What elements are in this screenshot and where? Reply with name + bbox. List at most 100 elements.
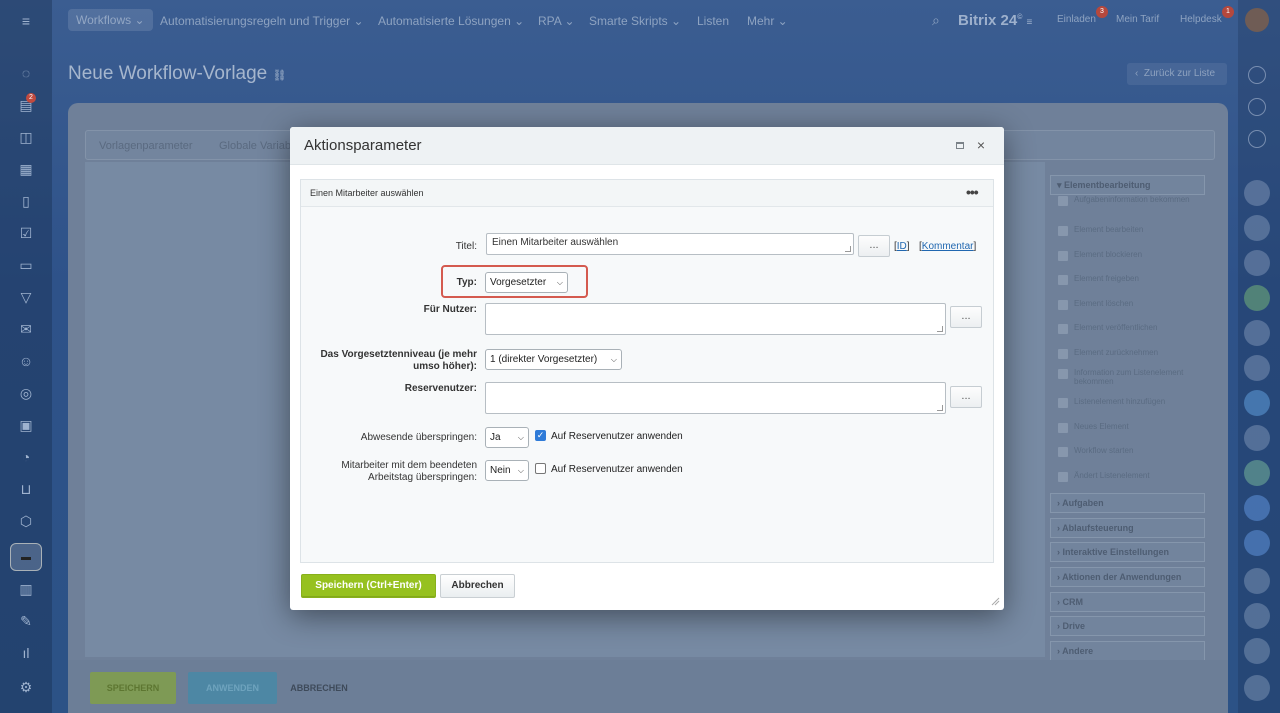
maximize-icon[interactable] — [956, 142, 964, 149]
settings-icon[interactable]: ⚙ — [17, 678, 35, 696]
analytics-icon[interactable]: ◔ — [17, 448, 35, 466]
nav-smart-scripts[interactable]: Smarte Skripts ⌄ — [589, 14, 681, 28]
search-people-icon[interactable] — [1248, 130, 1266, 148]
nav-rpa[interactable]: RPA ⌄ — [538, 14, 575, 28]
contact-avatar[interactable] — [1244, 180, 1270, 206]
board-icon[interactable]: ▣ — [17, 416, 35, 434]
footer-save-button[interactable]: SPEICHERN — [90, 672, 176, 704]
reserve-user-picker-button[interactable]: ... — [950, 386, 982, 408]
palette-item[interactable]: Element zurücknehmen — [1058, 348, 1203, 359]
nav-more[interactable]: Mehr ⌄ — [747, 14, 788, 28]
invite-link[interactable]: Einladen — [1057, 14, 1096, 25]
brand-logo: Bitrix 24© ≡ — [958, 12, 1033, 29]
contacts-icon[interactable]: ☺ — [17, 352, 35, 370]
palette-group-element-editing[interactable]: ▾ Elementbearbeitung — [1050, 175, 1205, 195]
mail-icon[interactable]: ✉ — [17, 320, 35, 338]
sun-icon[interactable] — [1248, 98, 1266, 116]
skip-ended-select[interactable]: Nein ⌵ — [485, 460, 529, 481]
palette-item[interactable]: Element veröffentlichen — [1058, 323, 1203, 334]
my-plan-link[interactable]: Mein Tarif — [1116, 14, 1159, 25]
dialog-title: Aktionsparameter — [304, 137, 422, 154]
close-icon[interactable]: × — [974, 137, 988, 153]
palette-group[interactable]: › Drive — [1050, 616, 1205, 636]
store-icon[interactable]: ▥ — [17, 580, 35, 598]
nav-workflows[interactable]: Workflows ⌄ — [68, 9, 153, 31]
search-icon[interactable]: ⌕ — [932, 12, 940, 29]
cart-icon[interactable]: ⊔ — [17, 480, 35, 498]
palette-item[interactable]: Element bearbeiten — [1058, 225, 1203, 236]
skip-absent-select[interactable]: Ja ⌵ — [485, 427, 529, 448]
crm-icon[interactable]: ▭ — [17, 256, 35, 274]
checklist-icon[interactable]: ☑ — [17, 224, 35, 242]
title-input[interactable]: Einen Mitarbeiter auswählen — [486, 233, 854, 255]
helpdesk-link[interactable]: Helpdesk — [1180, 14, 1222, 25]
palette-group[interactable]: › Aktionen der Anwendungen — [1050, 567, 1205, 587]
footer-cancel-button[interactable]: ABBRECHEN — [282, 672, 356, 704]
reserve-user-input[interactable] — [485, 382, 946, 414]
apply-reserve-checkbox-2[interactable] — [535, 463, 546, 474]
dialog-cancel-button[interactable]: Abbrechen — [440, 574, 515, 598]
contact-avatar[interactable] — [1244, 495, 1270, 521]
more-icon[interactable]: ••• — [966, 184, 979, 200]
id-link[interactable]: ID — [897, 241, 907, 252]
apply-reserve-label-2[interactable]: Auf Reservenutzer anwenden — [551, 464, 683, 475]
tab-template-parameters[interactable]: Vorlagenparameter — [99, 140, 193, 152]
comment-link[interactable]: Kommentar — [922, 241, 974, 252]
menu-icon[interactable]: ≡ — [17, 12, 35, 30]
nav-automation-rules[interactable]: Automatisierungsregeln und Trigger ⌄ — [160, 14, 364, 28]
apply-reserve-checkbox-1[interactable]: ✓ — [535, 430, 546, 441]
filter-icon[interactable]: ▽ — [17, 288, 35, 306]
documents-icon[interactable]: ▯ — [17, 192, 35, 210]
palette-group[interactable]: › Interaktive Einstellungen — [1050, 542, 1205, 562]
title-picker-button[interactable]: ... — [858, 235, 890, 257]
palette-group[interactable]: › CRM — [1050, 592, 1205, 612]
footer-apply-button[interactable]: ANWENDEN — [188, 672, 277, 704]
calendar-icon[interactable]: ▦ — [17, 160, 35, 178]
shield-icon[interactable]: ⬡ — [17, 512, 35, 530]
tasks-badge: 2 — [26, 93, 36, 103]
for-user-picker-button[interactable]: ... — [950, 306, 982, 328]
palette-group[interactable]: › Ablaufsteuerung — [1050, 518, 1205, 538]
palette-item[interactable]: Information zum Listenelement bekommen — [1058, 368, 1203, 386]
level-select[interactable]: 1 (direkter Vorgesetzter) ⌵ — [485, 349, 622, 370]
dialog-resize-handle[interactable] — [990, 596, 1000, 606]
nav-automated-solutions[interactable]: Automatisierte Lösungen ⌄ — [378, 14, 524, 28]
target-icon[interactable]: ◎ — [17, 384, 35, 402]
apply-reserve-label-1[interactable]: Auf Reservenutzer anwenden — [551, 431, 683, 442]
palette-item[interactable]: Ändert Listenelement — [1058, 471, 1203, 482]
contact-avatar[interactable] — [1244, 390, 1270, 416]
tab-global-variables[interactable]: Globale Variab — [219, 140, 291, 152]
contact-avatar[interactable] — [1244, 355, 1270, 381]
dialog-save-button[interactable]: Speichern (Ctrl+Enter) — [301, 574, 436, 598]
palette-item[interactable]: Element freigeben — [1058, 274, 1203, 285]
palette-group[interactable]: › Andere — [1050, 641, 1205, 661]
contact-avatar[interactable] — [1244, 250, 1270, 276]
contact-avatar[interactable] — [1244, 425, 1270, 451]
nav-lists[interactable]: Listen — [697, 14, 729, 28]
contact-avatar[interactable] — [1244, 603, 1270, 629]
contact-avatar[interactable] — [1244, 638, 1270, 664]
back-to-list-button[interactable]: ‹ Zurück zur Liste — [1127, 63, 1227, 85]
contact-avatar[interactable] — [1244, 675, 1270, 701]
palette-item[interactable]: Element blockieren — [1058, 250, 1203, 261]
chat-icon[interactable]: ◫ — [17, 128, 35, 146]
palette-item[interactable]: Aufgabeninformation bekommen — [1058, 195, 1203, 206]
automation-icon[interactable]: ▬ — [10, 543, 42, 571]
palette-item[interactable]: Listenelement hinzufügen — [1058, 397, 1203, 408]
contact-avatar[interactable] — [1244, 530, 1270, 556]
contact-avatar[interactable] — [1244, 285, 1270, 311]
contact-avatar[interactable] — [1244, 320, 1270, 346]
contact-avatar[interactable] — [1244, 568, 1270, 594]
palette-group[interactable]: › Aufgaben — [1050, 493, 1205, 513]
palette-item[interactable]: Neues Element — [1058, 422, 1203, 433]
reports-icon[interactable]: ıl — [17, 644, 35, 662]
palette-item[interactable]: Workflow starten — [1058, 446, 1203, 457]
feed-icon[interactable]: ◌ — [17, 64, 35, 82]
contact-avatar[interactable] — [1244, 460, 1270, 486]
sign-icon[interactable]: ✎ — [17, 612, 35, 630]
palette-item[interactable]: Element löschen — [1058, 299, 1203, 310]
bell-icon[interactable] — [1248, 66, 1266, 84]
reserve-user-label: Reservenutzer: — [404, 383, 477, 394]
contact-avatar[interactable] — [1244, 215, 1270, 241]
for-user-input[interactable] — [485, 303, 946, 335]
